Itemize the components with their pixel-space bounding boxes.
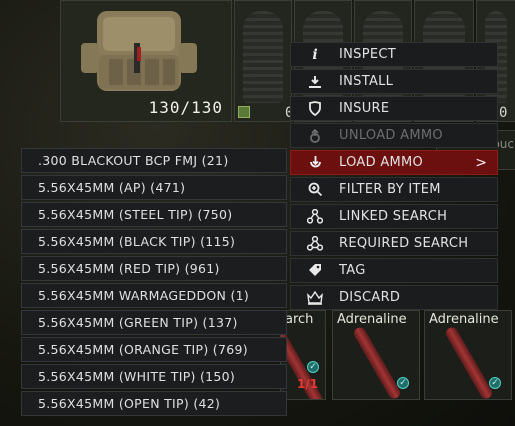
discard-icon [291, 290, 339, 305]
item-slot[interactable]: Adrenaline ✓ [332, 310, 420, 400]
check-icon: ✓ [307, 361, 319, 373]
menu-item-load-ammo[interactable]: LOAD AMMO > [290, 150, 498, 175]
tag-icon [291, 263, 339, 278]
menu-item-label: DISCARD [339, 290, 401, 305]
ammo-option[interactable]: 5.56X45MM (ORANGE TIP) (769) [21, 337, 287, 362]
required-search-icon [291, 236, 339, 251]
unload-icon [291, 128, 339, 143]
context-menu: i INSPECT INSTALL INSURE UNLOAD AMMO LOA… [290, 42, 498, 312]
filter-search-icon [291, 182, 339, 197]
ammo-option[interactable]: 5.56X45MM (GREEN TIP) (137) [21, 310, 287, 335]
armor-slot[interactable]: 130/130 [60, 0, 232, 122]
menu-item-unload-ammo[interactable]: UNLOAD AMMO [290, 123, 498, 148]
menu-item-insure[interactable]: INSURE [290, 96, 498, 121]
ammo-option[interactable]: 5.56X45MM (OPEN TIP) (42) [21, 391, 287, 416]
ammo-option[interactable]: 5.56X45MM (RED TIP) (961) [21, 256, 287, 281]
item-slot[interactable]: Adrenaline ✓ [424, 310, 512, 400]
ammo-option[interactable]: 5.56X45MM (AP) (471) [21, 175, 287, 200]
check-icon: ✓ [397, 377, 409, 389]
info-icon: i [312, 46, 318, 63]
menu-item-filter-by-item[interactable]: FILTER BY ITEM [290, 177, 498, 202]
load-icon [291, 155, 339, 170]
armor-durability: 130/130 [148, 98, 223, 117]
menu-item-inspect[interactable]: i INSPECT [290, 42, 498, 67]
menu-item-linked-search[interactable]: LINKED SEARCH [290, 204, 498, 229]
menu-item-tag[interactable]: TAG [290, 258, 498, 283]
ammo-option[interactable]: 5.56X45MM (WHITE TIP) (150) [21, 364, 287, 389]
injector-icon [351, 325, 403, 399]
menu-item-label: INSURE [339, 101, 390, 116]
ammo-option[interactable]: 5.56X45MM (BLACK TIP) (115) [21, 229, 287, 254]
magazine-count: 0 [499, 105, 508, 121]
injector-icon [443, 325, 495, 399]
menu-item-label: INSPECT [339, 47, 396, 62]
magazine-slot[interactable]: 0 [234, 0, 293, 122]
menu-item-label: TAG [339, 263, 366, 278]
item-title: Adrenaline [429, 312, 499, 327]
menu-item-install[interactable]: INSTALL [290, 69, 498, 94]
tag-badge-icon [238, 106, 250, 118]
ammo-option[interactable]: 5.56X45MM WARMAGEDDON (1) [21, 283, 287, 308]
item-title: Adrenaline [337, 312, 407, 327]
ammo-option[interactable]: .300 BLACKOUT BCP FMJ (21) [21, 148, 287, 173]
menu-item-discard[interactable]: DISCARD [290, 285, 498, 310]
shield-icon [291, 101, 339, 116]
install-icon [291, 75, 339, 89]
ammo-submenu: .300 BLACKOUT BCP FMJ (21) 5.56X45MM (AP… [21, 148, 287, 418]
chevron-right-icon: > [475, 155, 487, 171]
magazine-icon [243, 11, 283, 103]
menu-item-label: INSTALL [339, 74, 394, 89]
menu-item-label: FILTER BY ITEM [339, 182, 441, 197]
item-count: 1/1 [297, 377, 319, 391]
menu-item-label: REQUIRED SEARCH [339, 236, 469, 251]
plate-carrier-icon [81, 11, 197, 91]
menu-item-label: LOAD AMMO [339, 155, 424, 170]
menu-item-label: UNLOAD AMMO [339, 128, 443, 143]
linked-search-icon [291, 209, 339, 224]
check-icon: ✓ [489, 377, 501, 389]
menu-item-required-search[interactable]: REQUIRED SEARCH [290, 231, 498, 256]
menu-item-label: LINKED SEARCH [339, 209, 448, 224]
item-title: arch [285, 312, 314, 327]
ammo-option[interactable]: 5.56X45MM (STEEL TIP) (750) [21, 202, 287, 227]
